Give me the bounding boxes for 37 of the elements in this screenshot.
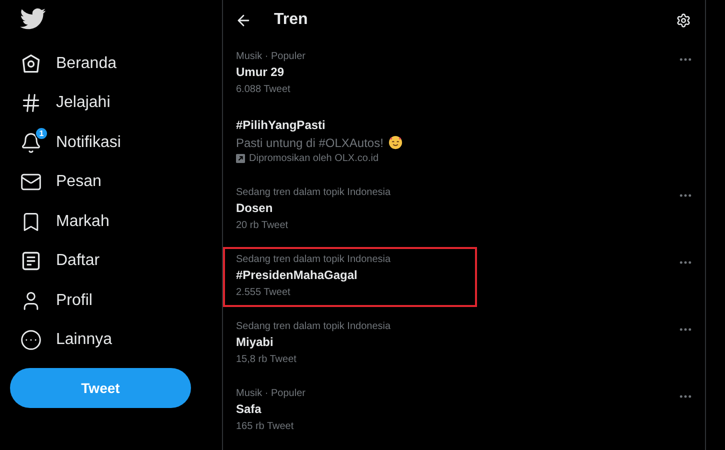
hash-icon — [20, 92, 42, 114]
tweet-count: 15,8 rb Tweet — [236, 354, 298, 365]
trend-name[interactable]: #PresidenMahaGagal — [236, 268, 475, 282]
nav-item[interactable]: Beranda — [0, 44, 128, 84]
trend-name[interactable]: #PilihYangPasti — [236, 118, 475, 132]
tweet-count: 165 rb Tweet — [236, 421, 295, 432]
tweet-count: 6.088 Tweet — [236, 84, 292, 95]
trend-name[interactable]: Safa — [236, 402, 475, 416]
trend-context: Musik · Populer — [236, 51, 306, 62]
promo-text: Pasti untung di #OLXAutos! — [236, 136, 384, 150]
more-icon — [20, 329, 42, 352]
trend-name[interactable]: Umur 29 — [236, 65, 475, 79]
promoted-by-label: Dipromosikan oleh OLX.co.id — [249, 153, 379, 164]
home-icon — [20, 52, 42, 75]
nav-item[interactable]: Daftar — [0, 242, 112, 281]
settings-icon[interactable] — [676, 12, 691, 28]
trend-context: Musik · Populer — [236, 388, 306, 399]
nav-item[interactable]: Jelajahi — [0, 84, 122, 123]
nav-item[interactable]: 1 Notifikasi — [0, 123, 133, 162]
tweet-count: 2.555 Tweet — [236, 287, 292, 298]
nav-item[interactable]: Pesan — [0, 162, 114, 202]
promoted-icon — [236, 154, 245, 163]
bell-icon — [20, 132, 42, 154]
smiling-face-icon — [388, 135, 404, 150]
tweet-count: 20 rb Tweet — [236, 220, 290, 231]
bird-logo-icon[interactable] — [20, 8, 46, 30]
nav-item[interactable]: Lainnya — [0, 320, 124, 360]
nav-item[interactable]: Markah — [0, 202, 122, 242]
trend-context: Sedang tren dalam topik Indonesia — [236, 254, 392, 265]
list-icon — [20, 250, 42, 272]
trend-name[interactable]: Dosen — [236, 201, 475, 215]
trend-context: Sedang tren dalam topik Indonesia — [236, 187, 392, 198]
notification-badge: 1 — [35, 126, 48, 140]
trend-name[interactable]: Miyabi — [236, 335, 475, 349]
page-title: Tren — [274, 11, 309, 29]
trend-context: Sedang tren dalam topik Indonesia — [236, 321, 392, 332]
nav-item[interactable]: Profil — [0, 281, 104, 320]
